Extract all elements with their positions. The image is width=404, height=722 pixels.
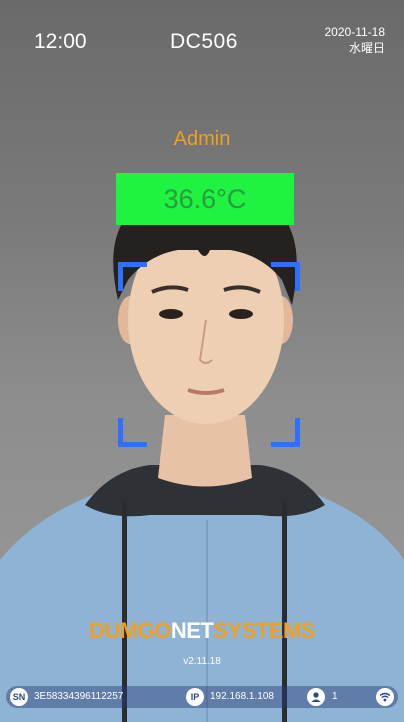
ip-address: 192.168.1.108: [210, 691, 274, 702]
user-count: 1: [332, 691, 338, 702]
serial-number: 3E58334396112257: [34, 691, 124, 702]
sn-icon: SN: [10, 688, 28, 706]
neck: [158, 415, 252, 487]
kiosk-screen: 12:00 DC506 2020-11-18 水曜日 Admin 36.6°C …: [0, 0, 404, 722]
user-icon: [307, 688, 325, 706]
face-frame-corner-top-left: [118, 262, 147, 291]
date-display: 2020-11-18 水曜日: [325, 24, 386, 56]
temperature-box: 36.6°C: [116, 173, 294, 225]
temperature-value: 36.6°C: [163, 183, 247, 214]
brand-part-1: DUMGO: [89, 618, 171, 643]
face-frame-corner-bottom-left: [118, 418, 147, 447]
network-icon-glyph: [379, 692, 391, 702]
user-icon-glyph: [311, 692, 321, 702]
brand-logo-text: DUMGONETSYSTEMS: [0, 618, 404, 644]
user-role-label: Admin: [173, 128, 231, 150]
weekday-value: 水曜日: [348, 41, 385, 55]
eye-left: [159, 309, 183, 319]
ip-icon: IP: [186, 688, 204, 706]
network-icon: [376, 688, 394, 706]
date-value: 2020-11-18: [324, 25, 386, 39]
clock-time: 12:00: [34, 30, 87, 53]
eye-right: [229, 309, 253, 319]
face-frame-corner-top-right: [271, 262, 300, 291]
device-id: DC506: [170, 30, 238, 53]
ip-icon-label: IP: [190, 692, 200, 702]
brand-part-3: SYSTEMS: [213, 618, 315, 643]
firmware-version: v2.11.18: [183, 656, 221, 667]
face-frame-corner-bottom-right: [271, 418, 300, 447]
sn-icon-label: SN: [12, 692, 26, 702]
brand-part-2: NET: [170, 618, 214, 643]
device-info-bar: SN 3E58334396112257 IP 192.168.1.108 1: [6, 686, 398, 708]
person-photo: [0, 190, 404, 722]
